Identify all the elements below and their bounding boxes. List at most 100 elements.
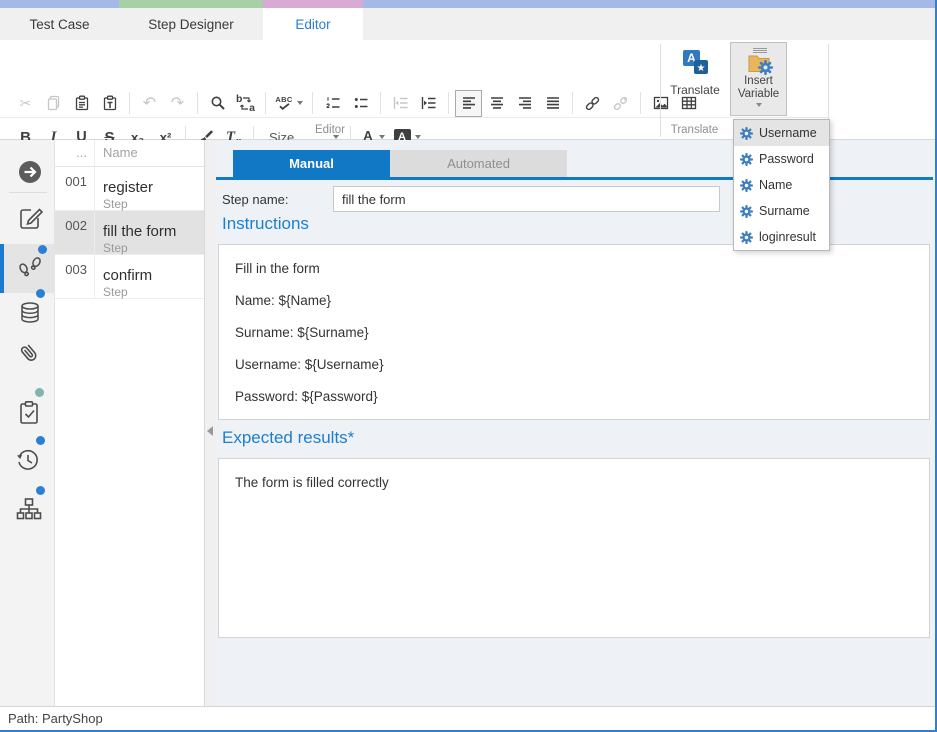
tab-editor[interactable]: Editor: [263, 8, 363, 40]
sidebar-item-edit[interactable]: [17, 204, 45, 235]
cut-button[interactable]: ✂: [12, 90, 39, 117]
step-name: fill the form: [103, 216, 204, 241]
variable-menu-item-name[interactable]: Name: [734, 172, 829, 198]
collapse-arrow-icon: [207, 426, 213, 436]
paste-icon: [74, 95, 90, 111]
replace-button[interactable]: b a: [232, 90, 259, 117]
tab-manual[interactable]: Manual: [233, 150, 390, 177]
step-type: Step: [103, 197, 204, 212]
instructions-title: Instructions: [222, 214, 309, 234]
copy-button[interactable]: [40, 90, 67, 117]
replace-icon: b a: [236, 95, 255, 112]
step-name: register: [103, 172, 204, 197]
instruction-line: Username: ${Username}: [235, 356, 913, 373]
variable-menu-item-username[interactable]: Username: [734, 120, 829, 146]
gear-icon: [740, 153, 753, 166]
sidebar-item-checklist[interactable]: [15, 399, 43, 430]
steps-badge: [38, 245, 47, 254]
strip-stepdesigner: [119, 0, 263, 8]
step-row-001[interactable]: 001 register Step: [55, 167, 204, 211]
variable-menu-item-surname[interactable]: Surname: [734, 198, 829, 224]
decrease-indent-button[interactable]: [387, 90, 414, 117]
sidebar-divider: [9, 192, 47, 193]
sidebar-item-hierarchy[interactable]: [15, 496, 43, 527]
variable-menu-item-password[interactable]: Password: [734, 146, 829, 172]
bulleted-list-icon: [353, 95, 369, 111]
review-badge: [35, 388, 44, 397]
instruction-line: Name: ${Name}: [235, 292, 913, 309]
find-button[interactable]: [204, 90, 231, 117]
justify-button[interactable]: [539, 90, 566, 117]
expected-results-textarea[interactable]: The form is filled correctly: [218, 458, 930, 638]
tab-automated[interactable]: Automated: [390, 150, 567, 177]
toolbar-separator: [640, 92, 641, 114]
toolbar-separator: [197, 92, 198, 114]
history-icon: [14, 446, 42, 474]
instructions-textarea[interactable]: Fill in the form Name: ${Name} Surname: …: [218, 244, 930, 420]
paste-button[interactable]: [68, 90, 95, 117]
data-badge: [36, 289, 45, 298]
insert-variable-label: Insert Variable: [738, 75, 779, 101]
panel-splitter[interactable]: [205, 140, 216, 706]
instruction-line: Password: ${Password}: [235, 388, 913, 405]
align-right-button[interactable]: [511, 90, 538, 117]
spellcheck-button[interactable]: ABC: [272, 90, 306, 117]
translate-button[interactable]: A ★ Translate: [663, 42, 727, 116]
toolbar-separator: [265, 92, 266, 114]
align-center-icon: [489, 95, 505, 111]
ribbon-group-translate-label: Translate: [661, 121, 728, 139]
step-name-input[interactable]: [333, 186, 720, 212]
sidebar-item-data[interactable]: [16, 299, 44, 330]
gear-icon: [740, 231, 753, 244]
indent-icon: [421, 95, 437, 111]
hierarchy-badge: [36, 486, 45, 495]
instruction-line: Fill in the form: [235, 260, 913, 277]
history-badge: [36, 436, 45, 445]
step-row-002[interactable]: 002 fill the form Step: [55, 211, 204, 255]
sidebar-item-history[interactable]: [14, 446, 42, 477]
insert-link-button[interactable]: [579, 90, 606, 117]
variable-menu-item-loginresult[interactable]: loginresult: [734, 224, 829, 250]
align-right-icon: [517, 95, 533, 111]
gear-icon: [740, 127, 753, 140]
redo-button[interactable]: ↷: [164, 90, 191, 117]
toolbar-separator: [129, 92, 130, 114]
search-icon: [210, 95, 226, 111]
database-icon: [16, 299, 44, 327]
variable-label: loginresult: [759, 230, 816, 244]
steps-list-header: ... Name: [55, 140, 204, 167]
insert-variable-button[interactable]: Insert Variable: [730, 42, 787, 116]
steps-list: ... Name 001 register Step 002 fill the …: [55, 140, 205, 706]
numbered-list-button[interactable]: [319, 90, 346, 117]
unlink-icon: [612, 95, 629, 112]
step-row-003[interactable]: 003 confirm Step: [55, 255, 204, 299]
insert-variable-icon: [745, 47, 773, 75]
undo-button[interactable]: ↶: [136, 90, 163, 117]
step-name: confirm: [103, 260, 204, 285]
mode-tab-bar: Manual Automated: [233, 150, 567, 177]
column-header-name: Name: [95, 140, 204, 166]
scissors-icon: ✂: [20, 95, 32, 112]
align-left-button[interactable]: [455, 90, 482, 117]
translate-icon: A ★: [680, 48, 710, 78]
tab-test-case[interactable]: Test Case: [0, 8, 119, 40]
align-center-button[interactable]: [483, 90, 510, 117]
bulleted-list-button[interactable]: [347, 90, 374, 117]
sidebar-item-attachments[interactable]: [15, 339, 43, 370]
sidebar-item-steps[interactable]: [16, 253, 46, 286]
undo-icon: ↶: [143, 95, 156, 111]
align-left-icon: [461, 95, 477, 111]
svg-text:★: ★: [697, 63, 706, 74]
variable-dropdown-menu: Username Password Name Surname loginresu…: [733, 119, 830, 251]
paste-text-button[interactable]: [96, 90, 123, 117]
variable-label: Username: [759, 126, 817, 140]
step-number: 001: [55, 167, 95, 210]
sitemap-icon: [15, 496, 43, 524]
tab-step-designer[interactable]: Step Designer: [119, 8, 263, 40]
expected-result-line: The form is filled correctly: [235, 474, 913, 491]
strip-rest: [363, 0, 937, 8]
sidebar-collapse-button[interactable]: [16, 158, 44, 189]
step-number: 002: [55, 211, 95, 254]
unlink-button[interactable]: [607, 90, 634, 117]
increase-indent-button[interactable]: [415, 90, 442, 117]
